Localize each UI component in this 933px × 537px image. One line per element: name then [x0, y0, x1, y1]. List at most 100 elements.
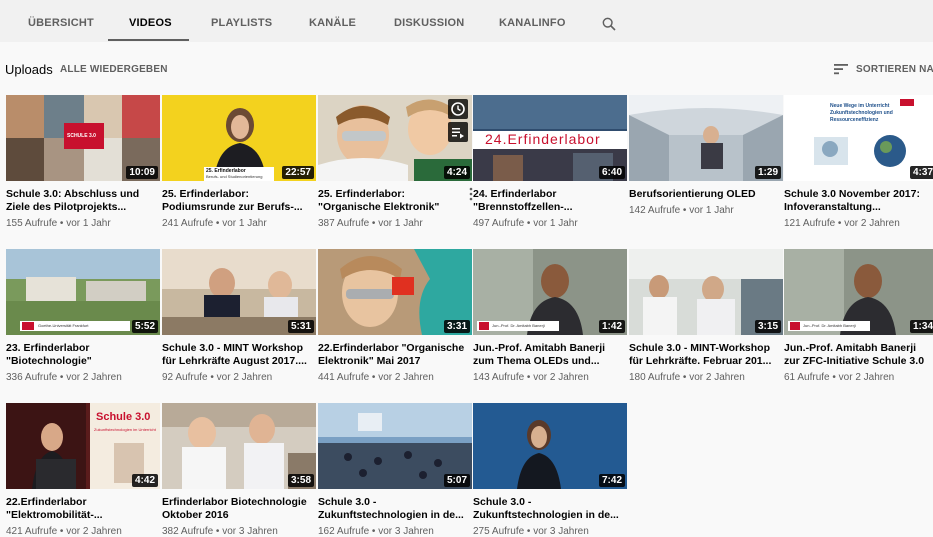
- video-thumbnail[interactable]: 7:42: [473, 403, 627, 489]
- video-thumbnail[interactable]: Jun.-Prof. Dr. Amitabh Banerji 1:34: [784, 249, 933, 335]
- thumbnail-caption: 24.Erfinderlabor: [485, 131, 601, 147]
- video-item[interactable]: Schule 3.0 Zukunftstechnologien im Unter…: [6, 403, 160, 537]
- video-meta: 336 Aufrufe • vor 2 Jahren: [6, 372, 122, 383]
- video-thumbnail[interactable]: 5:07: [318, 403, 472, 489]
- tab-channels[interactable]: KANÄLE: [309, 17, 356, 29]
- video-title[interactable]: Schule 3.0 - Zukunftstechnologien in de.…: [473, 496, 623, 522]
- video-item[interactable]: 4:24 25. Erfinderlabor: "Organische Elek…: [318, 95, 473, 229]
- thumbnail-caption: Neue Wege im Unterricht: [830, 103, 890, 109]
- video-meta: 162 Aufrufe • vor 3 Jahren: [318, 526, 434, 537]
- video-thumbnail[interactable]: SCHULE 3.0 10:09: [6, 95, 160, 181]
- video-item[interactable]: 3:15 Schule 3.0 - MINT-Workshop für Lehr…: [629, 249, 783, 383]
- video-meta: 121 Aufrufe • vor 2 Jahren: [784, 218, 900, 229]
- video-duration: 6:40: [598, 166, 625, 179]
- tab-playlists[interactable]: PLAYLISTS: [211, 17, 272, 29]
- video-duration: 10:09: [126, 166, 158, 179]
- video-meta: 155 Aufrufe • vor 1 Jahr: [6, 218, 111, 229]
- video-meta: 497 Aufrufe • vor 1 Jahr: [473, 218, 578, 229]
- video-item[interactable]: 1:29 Berufsorientierung OLED 142 Aufrufe…: [629, 95, 783, 216]
- video-thumbnail[interactable]: Neue Wege im Unterricht Zukunftstechnolo…: [784, 95, 933, 181]
- video-duration: 3:58: [287, 474, 314, 487]
- video-title[interactable]: 25. Erfinderlabor: Podiumsrunde zur Beru…: [162, 188, 312, 214]
- video-title[interactable]: Jun.-Prof. Amitabh Banerji zum Thema OLE…: [473, 342, 623, 368]
- video-thumbnail[interactable]: 4:24: [318, 95, 472, 181]
- active-tab-indicator: [108, 39, 189, 41]
- tab-discussion[interactable]: DISKUSSION: [394, 17, 464, 29]
- tab-overview[interactable]: ÜBERSICHT: [28, 17, 94, 29]
- video-meta: 275 Aufrufe • vor 3 Jahren: [473, 526, 589, 537]
- video-item[interactable]: SCHULE 3.0 10:09 Schule 3.0: Abschluss u…: [6, 95, 160, 229]
- thumbnail-caption: Goethe-Universität Frankfurt: [38, 323, 89, 328]
- watch-later-button[interactable]: [448, 99, 468, 119]
- video-thumbnail[interactable]: 3:58: [162, 403, 316, 489]
- video-item[interactable]: 24.Erfinderlabor 6:40 24. Erfinderlabor …: [473, 95, 627, 229]
- thumbnail-caption: Zukunftstechnologien und: [830, 110, 893, 116]
- video-item[interactable]: Jun.-Prof. Dr. Amitabh Banerji 1:34 Jun.…: [784, 249, 933, 383]
- video-meta: 61 Aufrufe • vor 2 Jahren: [784, 372, 895, 383]
- video-item[interactable]: 3:31 22.Erfinderlabor "Organische Elektr…: [318, 249, 472, 383]
- video-item[interactable]: 3:58 Erfinderlabor Biotechnologie Oktobe…: [162, 403, 316, 537]
- video-title[interactable]: 25. Erfinderlabor: "Organische Elektroni…: [318, 188, 468, 214]
- channel-tabs: ÜBERSICHT VIDEOS PLAYLISTS KANÄLE DISKUS…: [0, 0, 933, 42]
- video-duration: 5:07: [443, 474, 470, 487]
- sort-button[interactable]: SORTIEREN NACH: [834, 61, 933, 77]
- video-meta: 441 Aufrufe • vor 2 Jahren: [318, 372, 434, 383]
- video-duration: 1:29: [754, 166, 781, 179]
- video-duration: 7:42: [598, 474, 625, 487]
- thumbnail-caption: Berufs- und Studienorientierung: [206, 174, 263, 179]
- tab-about[interactable]: KANALINFO: [499, 17, 566, 29]
- video-duration: 4:42: [131, 474, 158, 487]
- video-title[interactable]: 22.Erfinderlabor "Organische Elektronik"…: [318, 342, 468, 368]
- video-title[interactable]: Jun.-Prof. Amitabh Banerji zur ZFC-Initi…: [784, 342, 933, 368]
- video-duration: 4:24: [443, 166, 470, 179]
- video-meta: 142 Aufrufe • vor 1 Jahr: [629, 205, 734, 216]
- video-meta: 382 Aufrufe • vor 3 Jahren: [162, 526, 278, 537]
- thumbnail-caption: SCHULE 3.0: [67, 133, 96, 139]
- thumbnail-caption: Jun.-Prof. Dr. Amitabh Banerji: [803, 323, 856, 328]
- video-title[interactable]: Erfinderlabor Biotechnologie Oktober 201…: [162, 496, 312, 522]
- video-item[interactable]: 25. Erfinderlabor Berufs- und Studienori…: [162, 95, 316, 229]
- tab-videos[interactable]: VIDEOS: [129, 17, 172, 29]
- video-item[interactable]: 5:31 Schule 3.0 - MINT Workshop für Lehr…: [162, 249, 316, 383]
- add-to-queue-button[interactable]: [448, 122, 468, 142]
- video-title[interactable]: Schule 3.0 - MINT Workshop für Lehrkräft…: [162, 342, 312, 368]
- thumbnail-caption: Ressourceneffizienz: [830, 117, 879, 123]
- video-meta: 180 Aufrufe • vor 2 Jahren: [629, 372, 745, 383]
- video-thumbnail[interactable]: Goethe-Universität Frankfurt 5:52: [6, 249, 160, 335]
- video-title[interactable]: Schule 3.0 - MINT-Workshop für Lehrkräft…: [629, 342, 779, 368]
- video-thumbnail[interactable]: Schule 3.0 Zukunftstechnologien im Unter…: [6, 403, 160, 489]
- video-item[interactable]: 5:07 Schule 3.0 - Zukunftstechnologien i…: [318, 403, 472, 537]
- video-thumbnail[interactable]: 1:29: [629, 95, 783, 181]
- video-duration: 3:31: [443, 320, 470, 333]
- video-title[interactable]: 22.Erfinderlabor "Elektromobilität-...: [6, 496, 156, 522]
- video-duration: 3:15: [754, 320, 781, 333]
- video-title[interactable]: 24. Erfinderlabor "Brennstoffzellen-...: [473, 188, 623, 214]
- video-thumbnail[interactable]: 24.Erfinderlabor 6:40: [473, 95, 627, 181]
- sort-label: SORTIEREN NACH: [856, 63, 933, 75]
- video-item[interactable]: Jun.-Prof. Dr. Amitabh Banerji 1:42 Jun.…: [473, 249, 627, 383]
- video-title[interactable]: Schule 3.0 - Zukunftstechnologien in de.…: [318, 496, 468, 522]
- video-thumbnail[interactable]: 3:31: [318, 249, 472, 335]
- video-duration: 1:34: [909, 320, 933, 333]
- play-all-button[interactable]: ALLE WIEDERGEBEN: [60, 64, 168, 75]
- thumbnail-caption: Zukunftstechnologien im Unterricht: [94, 427, 156, 432]
- video-duration: 5:31: [287, 320, 314, 333]
- video-thumbnail[interactable]: 5:31: [162, 249, 316, 335]
- uploads-heading: Uploads: [5, 62, 53, 77]
- thumbnail-caption: Schule 3.0: [96, 411, 151, 423]
- video-item[interactable]: Goethe-Universität Frankfurt 5:52 23. Er…: [6, 249, 160, 383]
- video-duration: 22:57: [282, 166, 314, 179]
- video-meta: 387 Aufrufe • vor 1 Jahr: [318, 218, 423, 229]
- video-thumbnail[interactable]: Jun.-Prof. Dr. Amitabh Banerji 1:42: [473, 249, 627, 335]
- clock-icon: [451, 102, 465, 116]
- thumbnail-caption: Jun.-Prof. Dr. Amitabh Banerji: [492, 323, 545, 328]
- video-duration: 4:37: [909, 166, 933, 179]
- video-thumbnail[interactable]: 3:15: [629, 249, 783, 335]
- video-title[interactable]: Schule 3.0: Abschluss und Ziele des Pilo…: [6, 188, 156, 214]
- video-thumbnail[interactable]: 25. Erfinderlabor Berufs- und Studienori…: [162, 95, 316, 181]
- video-title[interactable]: Schule 3.0 November 2017: Infoveranstalt…: [784, 188, 933, 214]
- search-icon[interactable]: [601, 16, 617, 32]
- video-item[interactable]: 7:42 Schule 3.0 - Zukunftstechnologien i…: [473, 403, 627, 537]
- video-item[interactable]: Neue Wege im Unterricht Zukunftstechnolo…: [784, 95, 933, 229]
- video-title[interactable]: 23. Erfinderlabor "Biotechnologie" Septe…: [6, 342, 156, 368]
